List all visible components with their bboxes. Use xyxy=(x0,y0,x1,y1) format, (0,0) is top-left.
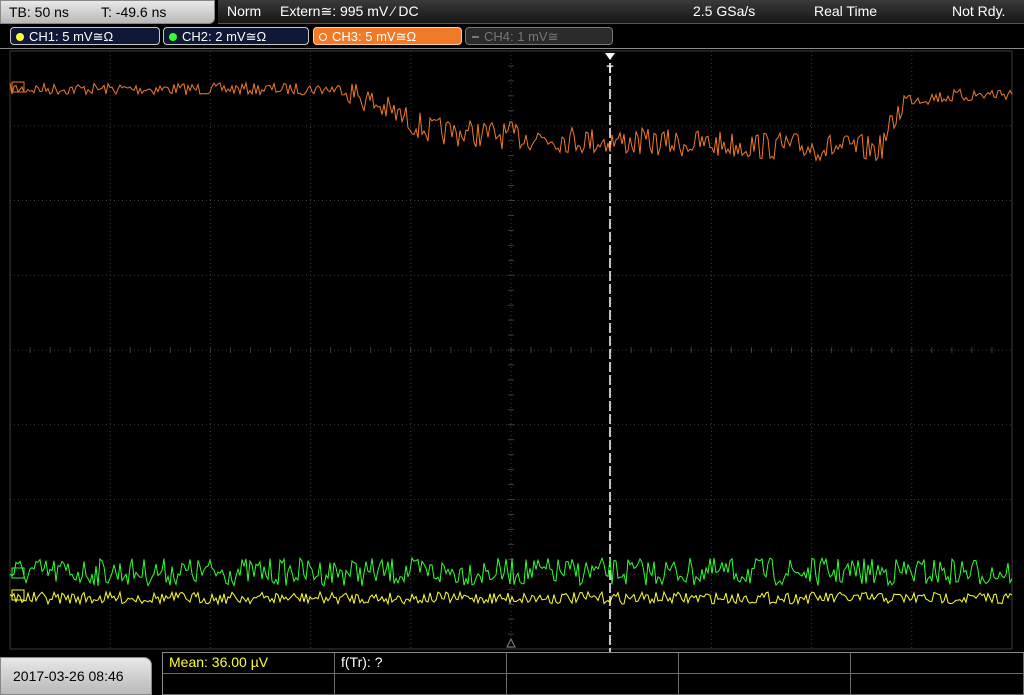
channel-4-label: CH4: 1 mV≅ xyxy=(484,29,559,44)
channel-2-tab[interactable]: CH2: 2 mV≅Ω xyxy=(163,27,309,45)
channel-2-dot-icon xyxy=(169,33,177,41)
channel-3-tab[interactable]: CH3: 5 mV≅Ω xyxy=(313,27,462,45)
measurement-slot-4[interactable] xyxy=(679,653,851,674)
acquisition-status-bar[interactable]: Norm Extern≅: 995 mV ⁄ DC 2.5 GSa/s Real… xyxy=(218,0,1024,24)
run-state: Not Rdy. xyxy=(952,3,1006,19)
measurement-panel[interactable]: Mean: 36.00 µV f(Tr): ? xyxy=(162,652,1024,695)
measurement-slot-9[interactable] xyxy=(679,674,851,695)
measurement-rise-frequency[interactable]: f(Tr): ? xyxy=(335,653,507,674)
acquisition-mode: Real Time xyxy=(814,3,878,19)
channel-3-dot-icon xyxy=(319,33,327,41)
measurement-slot-10[interactable] xyxy=(851,674,1024,695)
waveform-display[interactable]: T xyxy=(0,48,1024,653)
measurement-slot-8[interactable] xyxy=(507,674,679,695)
measurement-slot-3[interactable] xyxy=(507,653,679,674)
channel-3-trace xyxy=(9,81,1013,163)
waveform-canvas[interactable]: T xyxy=(0,49,1024,653)
channel-2-trace xyxy=(9,556,1013,588)
timebase-label: TB: 50 ns xyxy=(9,4,69,20)
trigger-time-label: T: -49.6 ns xyxy=(101,4,167,20)
channel-1-dot-icon xyxy=(16,33,24,41)
channel-2-label: CH2: 2 mV≅Ω xyxy=(182,29,267,44)
timebase-box[interactable]: TB: 50 ns T: -49.6 ns xyxy=(0,0,215,24)
measurement-slot-7[interactable] xyxy=(335,674,507,695)
trigger-source: Extern≅: 995 mV ⁄ DC xyxy=(280,3,419,19)
channel-3-label: CH3: 5 mV≅Ω xyxy=(332,29,417,44)
channel-1-trace xyxy=(9,590,1013,606)
channel-4-off-icon xyxy=(472,36,479,38)
trigger-marker-icon[interactable]: T xyxy=(605,53,615,76)
channel-1-label: CH1: 5 mV≅Ω xyxy=(29,29,114,44)
top-bar: TB: 50 ns T: -49.6 ns Norm Extern≅: 995 … xyxy=(0,0,1024,24)
graticule-ticks xyxy=(9,50,1013,650)
date-time-display: 2017-03-26 08:46 xyxy=(0,657,152,695)
measurement-slot-5[interactable] xyxy=(851,653,1024,674)
trigger-mode: Norm xyxy=(227,3,262,19)
measurement-mean[interactable]: Mean: 36.00 µV xyxy=(163,653,335,674)
channel-1-tab[interactable]: CH1: 5 mV≅Ω xyxy=(10,27,160,45)
measurement-slot-6[interactable] xyxy=(163,674,335,695)
sample-rate: 2.5 GSa/s xyxy=(693,3,756,19)
trigger-marker-label: T xyxy=(607,64,614,76)
channel-4-tab[interactable]: CH4: 1 mV≅ xyxy=(465,27,613,45)
